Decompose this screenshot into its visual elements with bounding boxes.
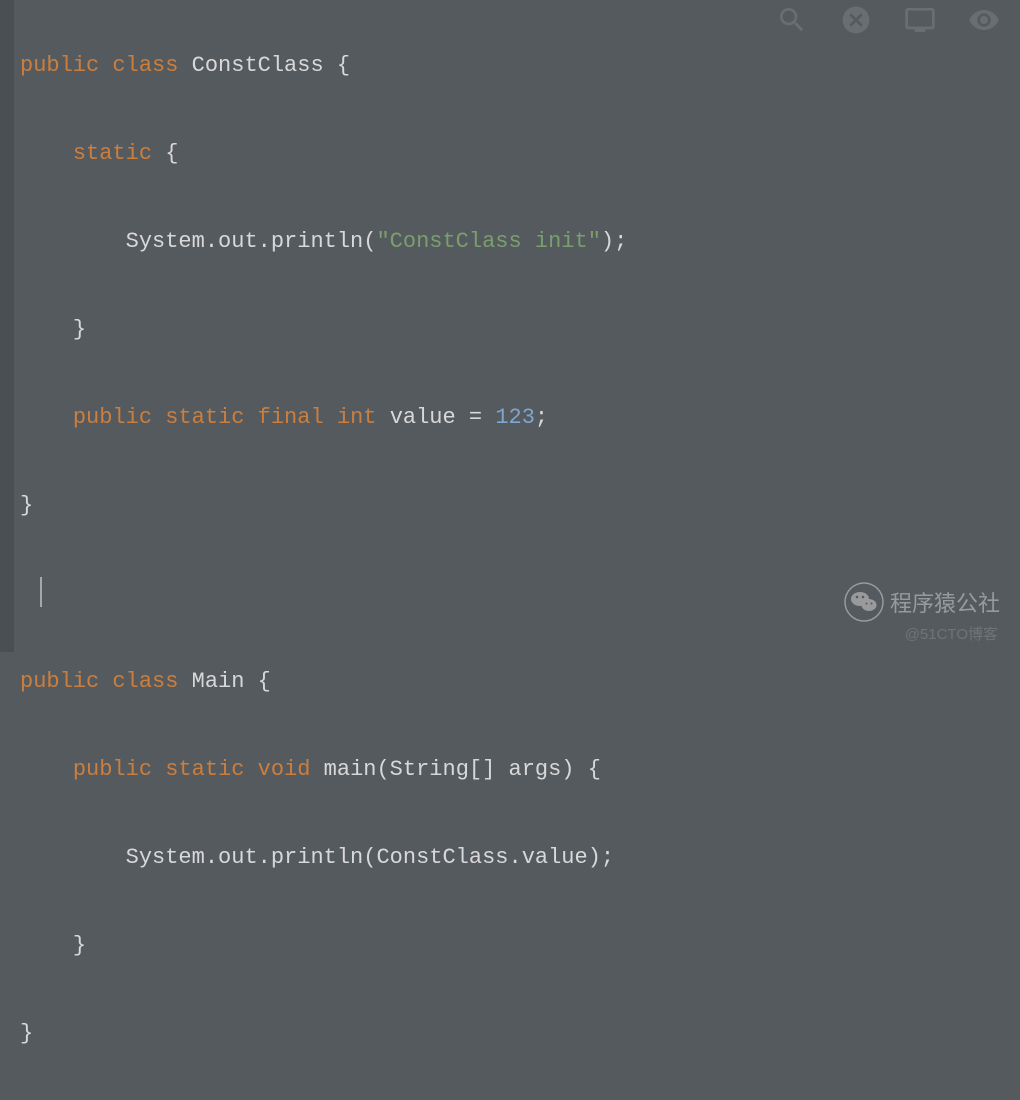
code-line: public class Main {: [20, 660, 1020, 704]
eye-icon[interactable]: [968, 4, 1000, 43]
code-line: }: [20, 484, 1020, 528]
editor-gutter: [0, 0, 14, 652]
code-line: System.out.println("ConstClass init");: [20, 220, 1020, 264]
monitor-icon[interactable]: [904, 4, 936, 43]
wechat-text: 程序猿公社: [890, 586, 1000, 618]
wechat-icon: [844, 582, 884, 622]
code-line: public static void main(String[] args) {: [20, 748, 1020, 792]
code-line: }: [20, 308, 1020, 352]
code-line: }: [20, 924, 1020, 968]
code-line: public static final int value = 123;: [20, 396, 1020, 440]
code-line: }: [20, 1012, 1020, 1056]
code-editor[interactable]: public class ConstClass { static { Syste…: [0, 0, 1020, 1100]
wechat-watermark: 程序猿公社: [844, 582, 1000, 622]
blog-watermark: @51CTO博客: [905, 623, 998, 644]
code-line: public class ConstClass {: [20, 44, 1020, 88]
close-circle-icon[interactable]: [840, 4, 872, 43]
text-cursor: [40, 577, 42, 607]
code-line: System.out.println(ConstClass.value);: [20, 836, 1020, 880]
editor-toolbar: [776, 4, 1000, 43]
search-icon[interactable]: [776, 4, 808, 43]
code-line: static {: [20, 132, 1020, 176]
